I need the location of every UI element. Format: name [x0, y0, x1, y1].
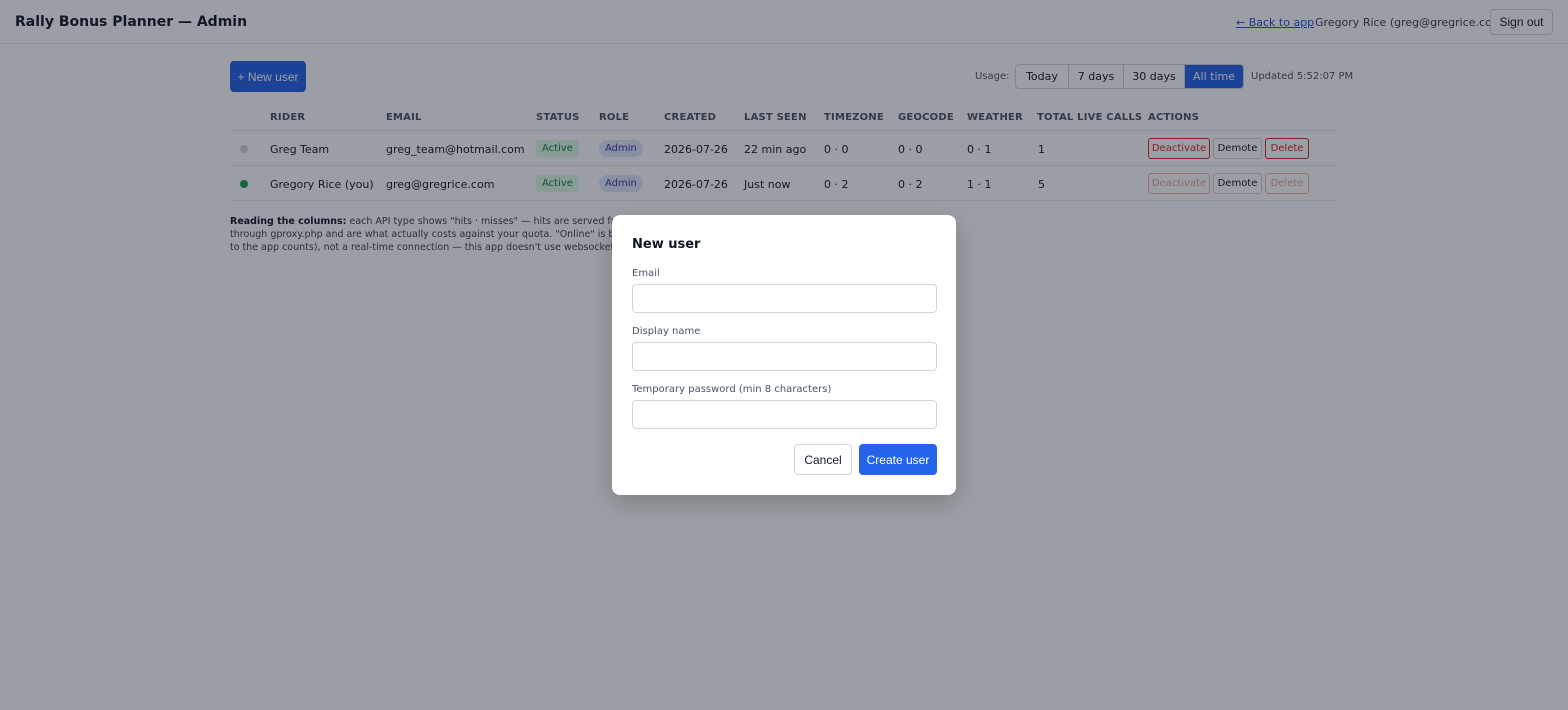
- cancel-button[interactable]: Cancel: [794, 444, 852, 475]
- password-label: Temporary password (min 8 characters): [632, 384, 832, 395]
- temporary-password-field[interactable]: [632, 400, 937, 429]
- email-label: Email: [632, 268, 660, 279]
- new-user-dialog: New user Email Display name Temporary pa…: [612, 215, 956, 495]
- email-field[interactable]: [632, 284, 937, 313]
- display-name-label: Display name: [632, 326, 701, 337]
- create-user-button[interactable]: Create user: [859, 444, 937, 475]
- dialog-title: New user: [632, 237, 701, 252]
- display-name-field[interactable]: [632, 342, 937, 371]
